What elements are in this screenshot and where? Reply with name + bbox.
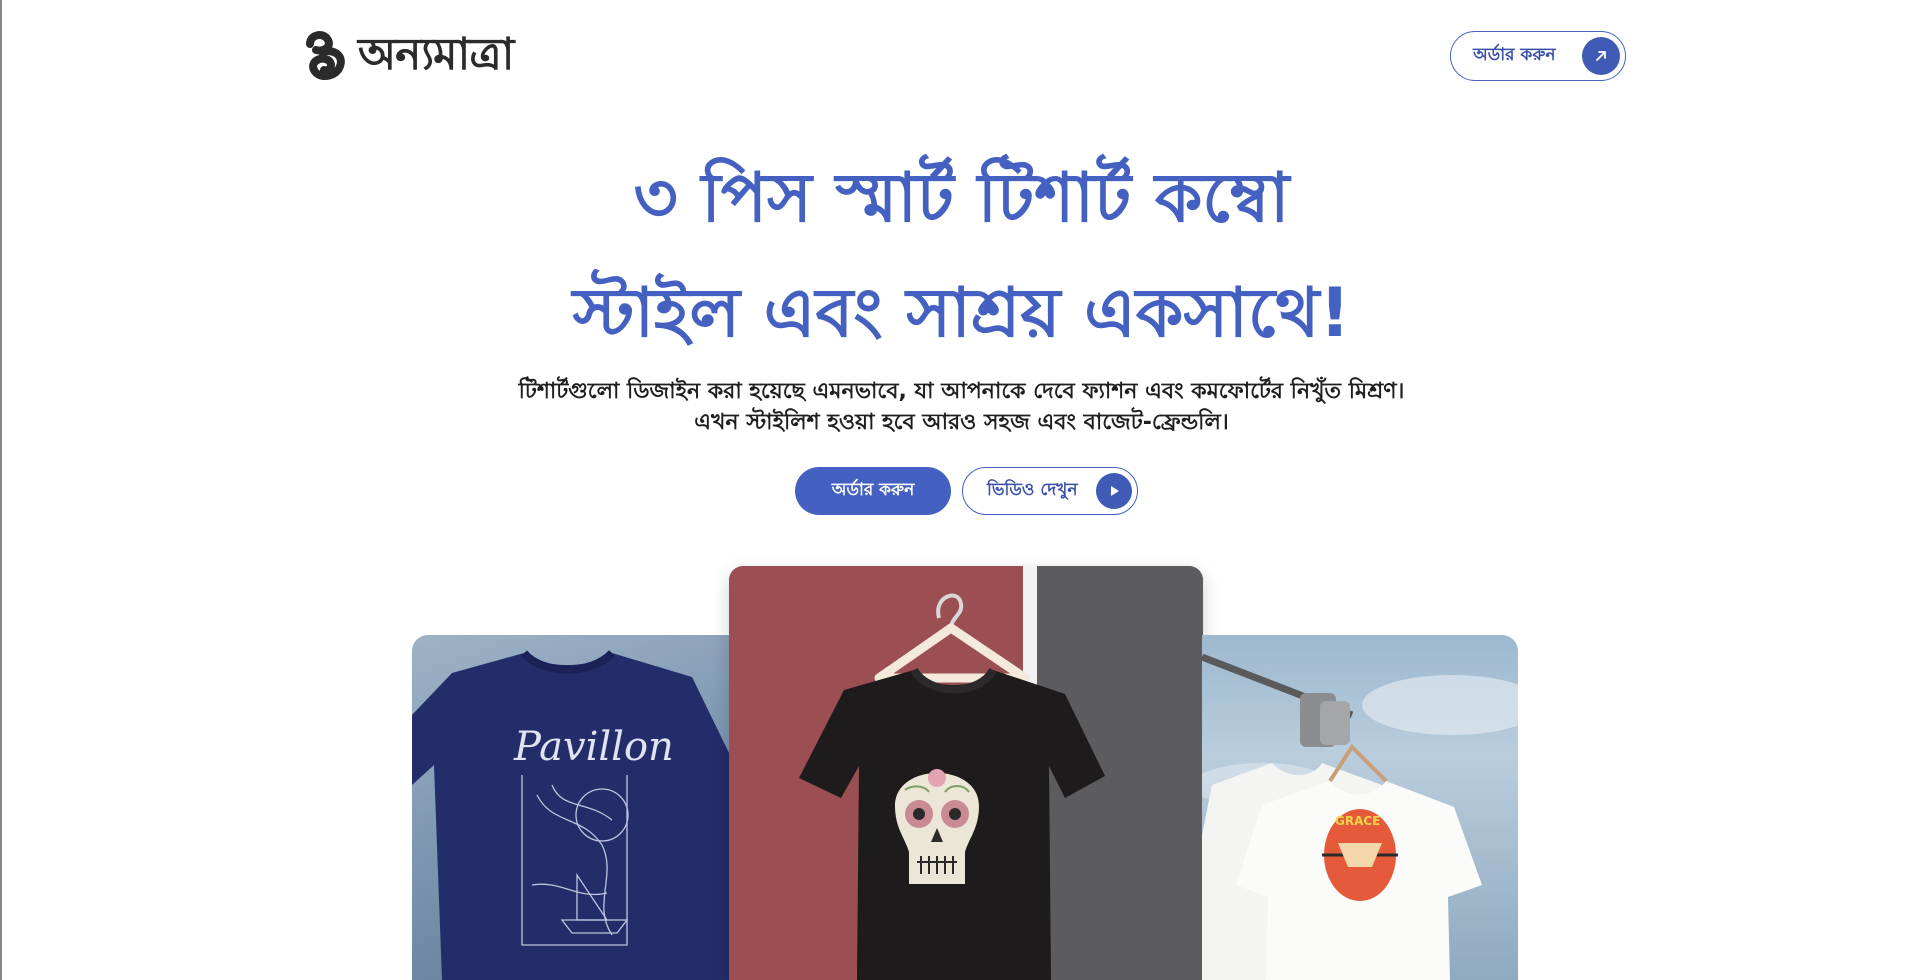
hero-title-line1: ৩ পিস স্মার্ট টিশার্ট কম্বো: [633, 159, 1290, 238]
brand-logo[interactable]: অন্যমাত্রা: [302, 29, 514, 80]
gallery-card-navy-tee: Pavillon: [412, 635, 730, 980]
play-icon: [1096, 473, 1132, 509]
gallery-card-black-tee: [729, 566, 1203, 980]
left-print-text: Pavillon: [513, 724, 674, 770]
hero-subtitle-line2: এখন স্টাইলিশ হওয়া হবে আরও সহজ এবং বাজেট…: [694, 410, 1229, 435]
white-tshirts-image: GRACE: [1202, 653, 1518, 980]
gallery-card-white-tees: GRACE: [1202, 635, 1518, 980]
landing-page: অন্যমাত্রা অর্ডার করুন ৩ পিস স্মার্ট টিশ…: [0, 0, 1919, 980]
watch-video-button[interactable]: ভিডিও দেখুন: [962, 467, 1138, 515]
right-print-text: GRACE: [1335, 814, 1380, 828]
hero-order-button[interactable]: অর্ডার করুন: [795, 467, 951, 515]
black-tshirt-image: [799, 593, 1105, 980]
watch-video-label: ভিডিও দেখুন: [987, 480, 1078, 500]
header-order-button[interactable]: অর্ডার করুন: [1450, 31, 1626, 81]
navy-tshirt-image: Pavillon: [412, 650, 730, 980]
hero-subtitle-line1: টিশার্টগুলো ডিজাইন করা হয়েছে এমনভাবে, য…: [518, 379, 1405, 404]
brand-mark-icon: [306, 31, 345, 80]
brand-name: অন্যমাত্রা: [358, 29, 514, 80]
hero-title-line2: স্টাইল এবং সাশ্রয় একসাথে!: [572, 274, 1351, 353]
header-order-label: অর্ডার করুন: [1473, 45, 1556, 65]
arrow-up-right-icon: [1582, 37, 1620, 75]
